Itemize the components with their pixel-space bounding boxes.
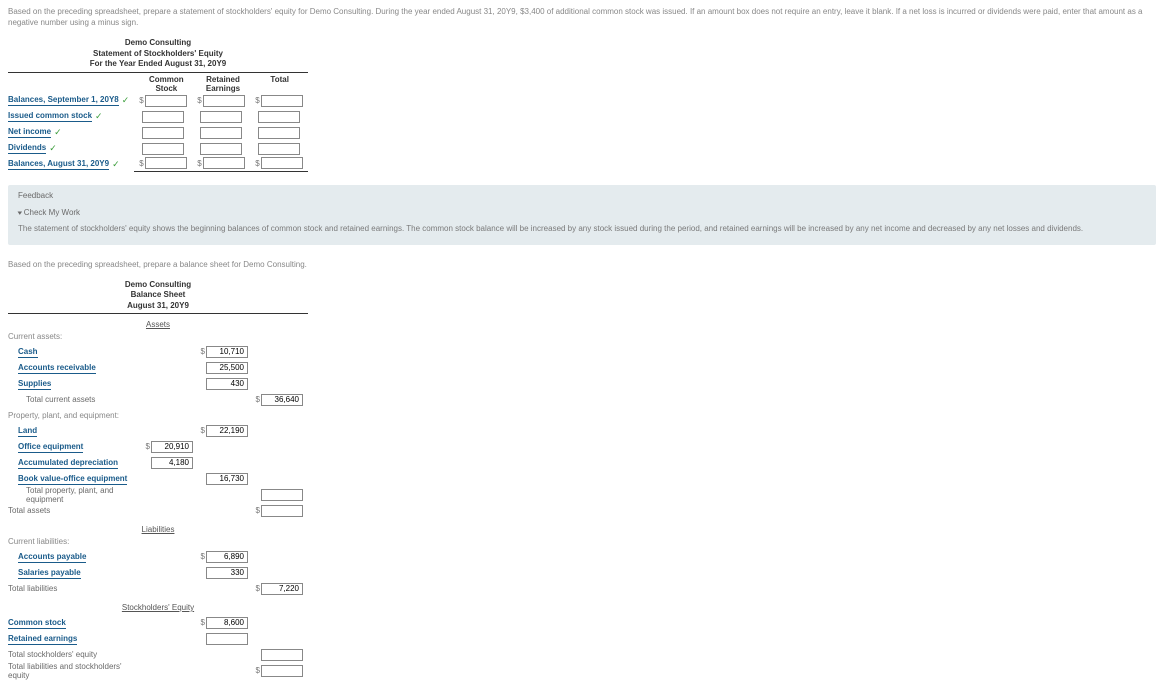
feedback-header: Feedback xyxy=(18,191,1146,200)
bs-company: Demo Consulting xyxy=(8,280,308,290)
instruction-2: Based on the preceding spreadsheet, prep… xyxy=(8,259,1156,270)
label-tca: Total current assets xyxy=(8,395,138,404)
input-r2-tot[interactable] xyxy=(258,111,300,123)
label-current-liab: Current liabilities: xyxy=(8,537,308,546)
input-cash[interactable] xyxy=(206,346,248,358)
row-net-income[interactable]: Net income xyxy=(8,127,51,138)
row-cash[interactable]: Cash xyxy=(18,347,38,358)
section-se: Stockholders' Equity xyxy=(8,603,308,612)
row-sp[interactable]: Salaries payable xyxy=(18,568,81,579)
check-my-work[interactable]: ▾ Check My Work xyxy=(18,208,1146,217)
instruction-1: Based on the preceding spreadsheet, prep… xyxy=(8,6,1156,28)
check-icon: ✓ xyxy=(122,95,130,106)
input-land[interactable] xyxy=(206,425,248,437)
check-icon: ✓ xyxy=(95,111,103,122)
input-tlse[interactable] xyxy=(261,665,303,677)
input-tl[interactable] xyxy=(261,583,303,595)
input-tca[interactable] xyxy=(261,394,303,406)
input-r3-tot[interactable] xyxy=(258,127,300,139)
input-ta[interactable] xyxy=(261,505,303,517)
row-bvoe[interactable]: Book value-office equipment xyxy=(18,474,127,485)
feedback-text: The statement of stockholders' equity sh… xyxy=(18,223,1146,235)
row-ad[interactable]: Accumulated depreciation xyxy=(18,458,118,469)
row-issued-stock[interactable]: Issued common stock xyxy=(8,111,92,122)
input-oe[interactable] xyxy=(151,441,193,453)
input-r3-cs[interactable] xyxy=(142,127,184,139)
col-total: Total xyxy=(251,75,308,93)
input-r4-tot[interactable] xyxy=(258,143,300,155)
input-r2-cs[interactable] xyxy=(142,111,184,123)
stmt-company: Demo Consulting xyxy=(8,38,308,48)
row-land[interactable]: Land xyxy=(18,426,37,437)
row-cs[interactable]: Common stock xyxy=(8,618,66,629)
input-supplies[interactable] xyxy=(206,378,248,390)
input-sp[interactable] xyxy=(206,567,248,579)
balance-sheet: Demo Consulting Balance Sheet August 31,… xyxy=(8,280,308,679)
check-icon: ✓ xyxy=(49,143,57,154)
label-tppe: Total property, plant, and equipment xyxy=(8,486,138,504)
input-r5-re[interactable] xyxy=(203,157,245,169)
input-ad[interactable] xyxy=(151,457,193,469)
bs-date: August 31, 20Y9 xyxy=(8,301,308,311)
input-tppe[interactable] xyxy=(261,489,303,501)
row-re[interactable]: Retained earnings xyxy=(8,634,77,645)
input-r4-cs[interactable] xyxy=(142,143,184,155)
input-ap[interactable] xyxy=(206,551,248,563)
label-current-assets: Current assets: xyxy=(8,332,308,341)
input-r5-cs[interactable] xyxy=(145,157,187,169)
row-ap[interactable]: Accounts payable xyxy=(18,552,86,563)
section-liabilities: Liabilities xyxy=(8,525,308,534)
section-assets: Assets xyxy=(8,320,308,329)
col-retained-earnings: Retained Earnings xyxy=(195,75,252,93)
row-balances-start[interactable]: Balances, September 1, 20Y8 xyxy=(8,95,119,106)
input-r2-re[interactable] xyxy=(200,111,242,123)
input-cs[interactable] xyxy=(206,617,248,629)
check-icon: ✓ xyxy=(112,159,120,170)
label-ta: Total assets xyxy=(8,506,138,515)
row-ar[interactable]: Accounts receivable xyxy=(18,363,96,374)
input-bvoe[interactable] xyxy=(206,473,248,485)
input-r1-cs[interactable] xyxy=(145,95,187,107)
check-icon: ✓ xyxy=(54,127,62,138)
input-r1-re[interactable] xyxy=(203,95,245,107)
input-r3-re[interactable] xyxy=(200,127,242,139)
input-ar[interactable] xyxy=(206,362,248,374)
label-tl: Total liabilities xyxy=(8,584,138,593)
stockholders-equity-statement: Demo Consulting Statement of Stockholder… xyxy=(8,38,308,172)
input-r1-tot[interactable] xyxy=(261,95,303,107)
col-common-stock: Common Stock xyxy=(138,75,195,93)
stmt-title: Statement of Stockholders' Equity xyxy=(8,49,308,59)
row-supplies[interactable]: Supplies xyxy=(18,379,51,390)
label-tlse: Total liabilities and stockholders' equi… xyxy=(8,662,138,680)
input-r5-tot[interactable] xyxy=(261,157,303,169)
stmt-period: For the Year Ended August 31, 20Y9 xyxy=(8,59,308,69)
input-tse[interactable] xyxy=(261,649,303,661)
label-ppe: Property, plant, and equipment: xyxy=(8,411,308,420)
row-dividends[interactable]: Dividends xyxy=(8,143,46,154)
row-balances-end[interactable]: Balances, August 31, 20Y9 xyxy=(8,159,109,170)
feedback-panel: Feedback ▾ Check My Work The statement o… xyxy=(8,185,1156,245)
input-re[interactable] xyxy=(206,633,248,645)
input-r4-re[interactable] xyxy=(200,143,242,155)
bs-title: Balance Sheet xyxy=(8,290,308,300)
row-oe[interactable]: Office equipment xyxy=(18,442,83,453)
label-tse: Total stockholders' equity xyxy=(8,650,138,659)
